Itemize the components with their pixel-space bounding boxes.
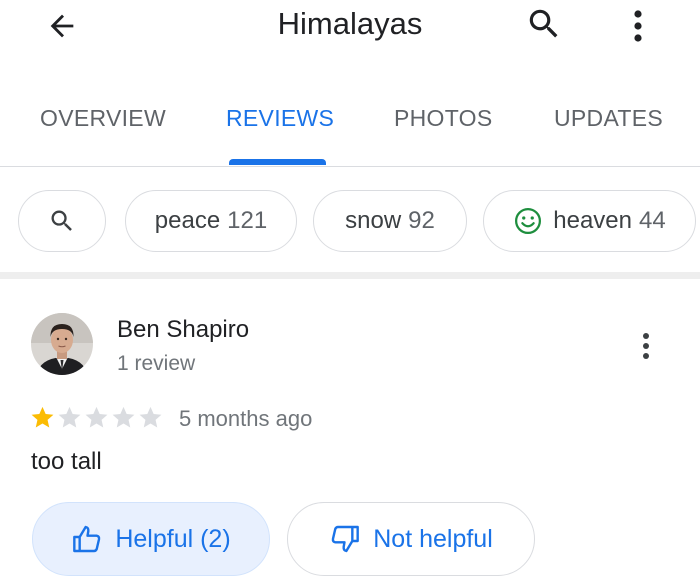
review-more-options-button[interactable] (626, 324, 666, 368)
chip-label: snow (345, 207, 402, 234)
chip-label: heaven (553, 207, 633, 234)
tab-photos[interactable]: PHOTOS (394, 105, 493, 132)
review-time: 5 months ago (179, 406, 313, 431)
search-reviews-chip[interactable] (18, 190, 106, 252)
star-empty-icon (139, 406, 162, 428)
star-filled-icon (31, 406, 54, 428)
review-text: too tall (31, 448, 102, 475)
reviewer-review-count: 1 review (117, 352, 196, 375)
tab-overview[interactable]: OVERVIEW (40, 105, 166, 132)
search-button[interactable] (522, 4, 566, 44)
thumb-up-icon (71, 523, 103, 555)
chip-count: 44 (639, 207, 666, 234)
helpful-label: Helpful (2) (115, 524, 231, 553)
star-empty-icon (112, 406, 135, 428)
top-app-bar: Himalayas (0, 0, 700, 55)
chip-label: peace (154, 207, 221, 234)
review-card: Ben Shapiro 1 review 5 months ago too ta… (0, 286, 700, 585)
chip-peace[interactable]: peace 121 (125, 190, 297, 252)
thumb-down-icon (329, 523, 361, 555)
star-rating (29, 404, 164, 431)
chip-snow[interactable]: snow 92 (313, 190, 467, 252)
not-helpful-label: Not helpful (373, 524, 493, 553)
tab-updates[interactable]: UPDATES (554, 105, 663, 132)
not-helpful-button[interactable]: Not helpful (287, 502, 535, 576)
review-filter-chips: peace 121 snow 92 heaven 44 (0, 167, 700, 279)
avatar[interactable] (31, 313, 93, 375)
page-title: Himalayas (277, 6, 423, 41)
reviewer-name[interactable]: Ben Shapiro (117, 316, 249, 344)
smiley-icon (513, 206, 543, 236)
more-options-button[interactable] (618, 4, 658, 48)
tab-bar: OVERVIEW REVIEWS PHOTOS UPDATES (0, 55, 700, 167)
chip-count: 121 (227, 207, 268, 234)
helpful-button[interactable]: Helpful (2) (32, 502, 270, 576)
active-tab-indicator (229, 159, 326, 165)
tab-reviews[interactable]: REVIEWS (226, 105, 334, 132)
star-empty-icon (85, 406, 108, 428)
chip-heaven[interactable]: heaven 44 (483, 190, 696, 252)
star-empty-icon (58, 406, 81, 428)
search-icon (529, 9, 558, 38)
chip-count: 92 (408, 207, 435, 234)
search-icon (51, 210, 72, 231)
more-vert-icon (634, 10, 642, 42)
more-vert-icon (643, 333, 649, 359)
